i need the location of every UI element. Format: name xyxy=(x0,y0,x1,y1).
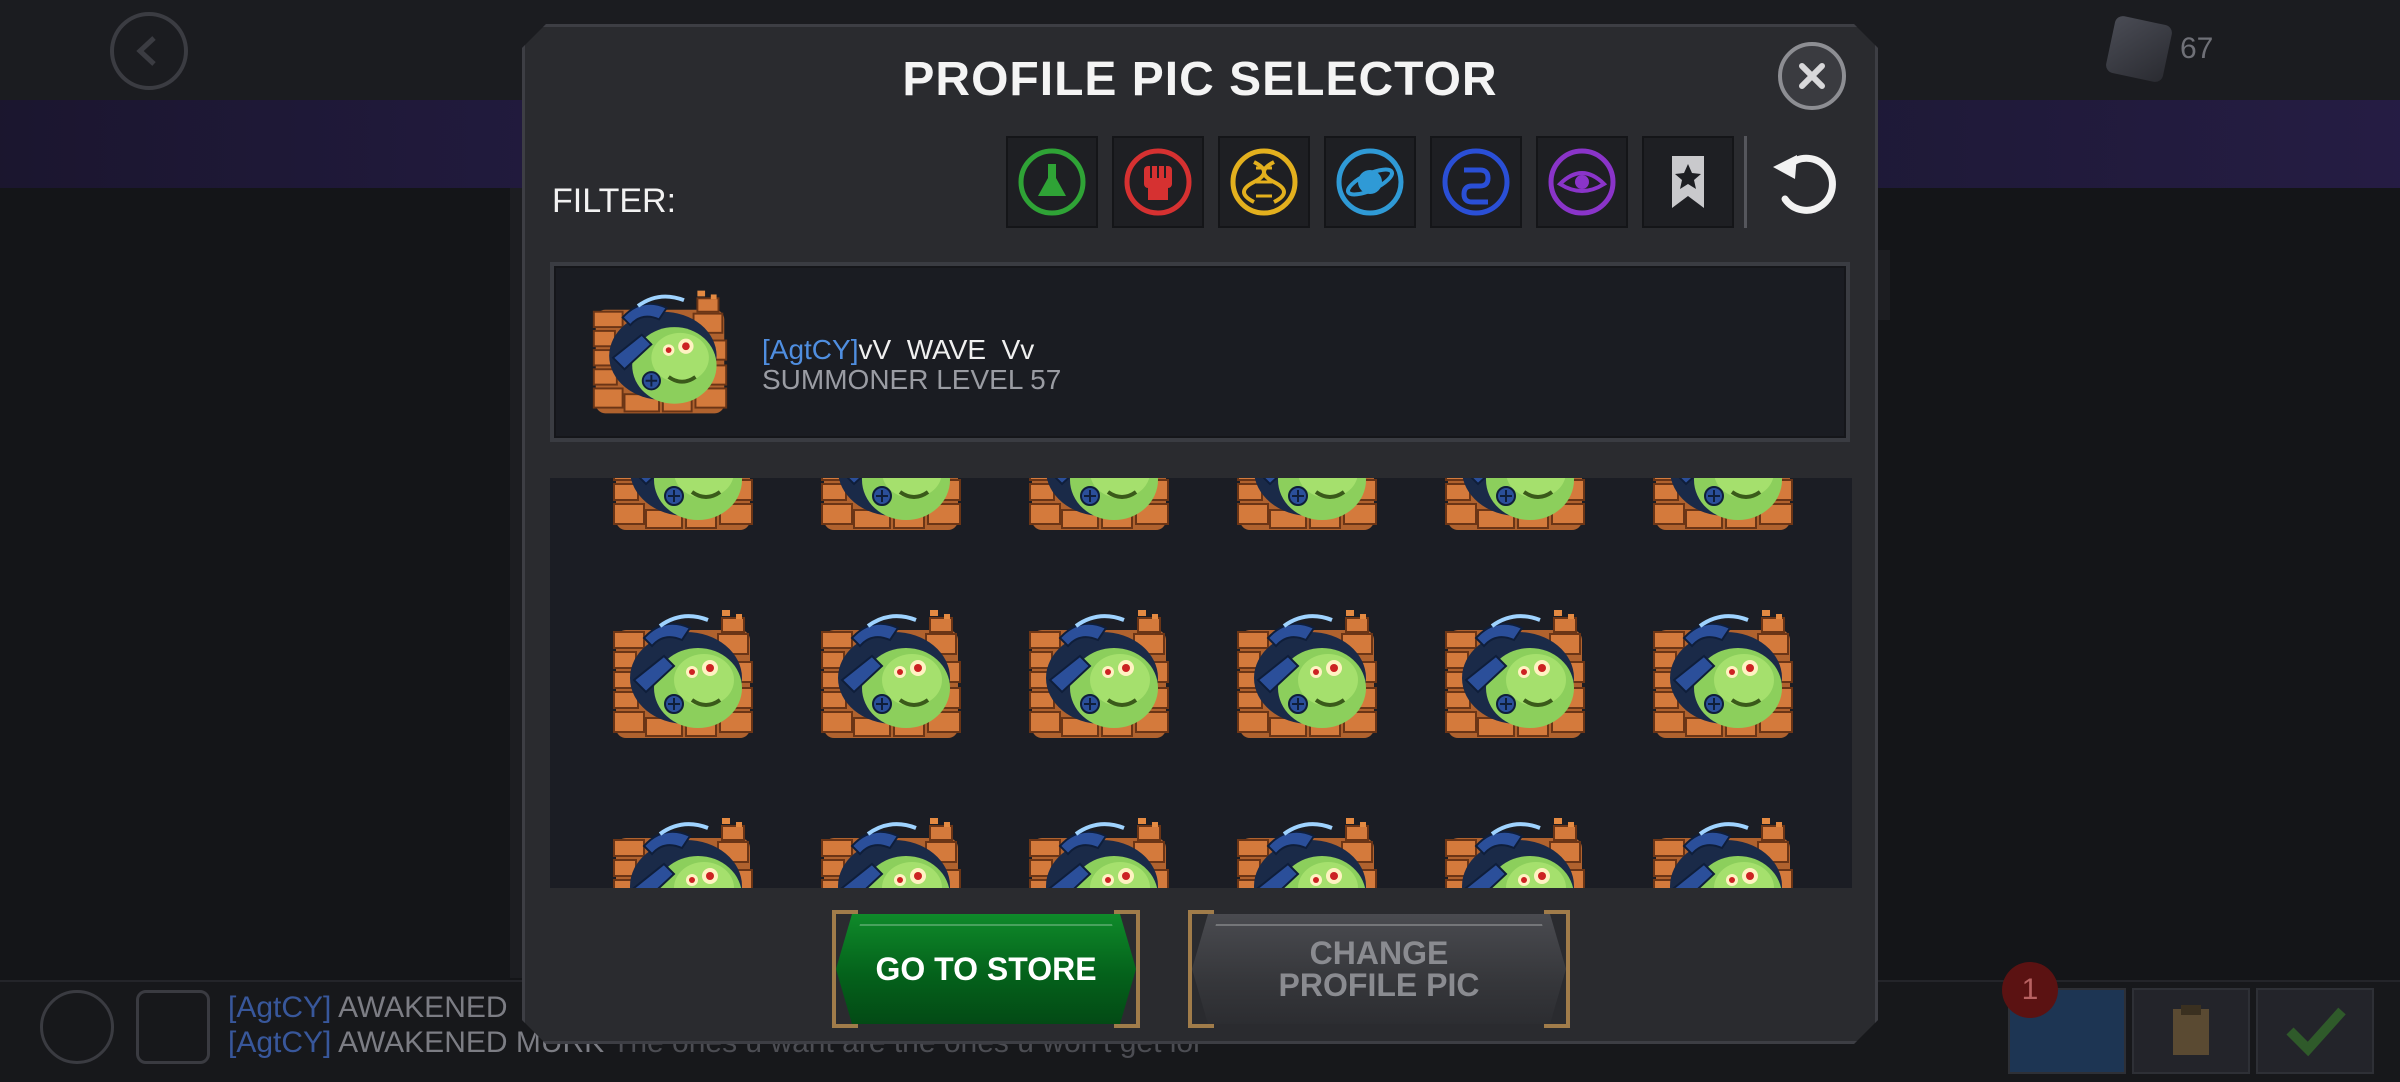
profile-pic-option[interactable] xyxy=(1026,478,1172,532)
filter-mutant-button[interactable] xyxy=(1218,136,1310,228)
filter-label: FILTER: xyxy=(552,182,677,220)
profile-pic-option[interactable] xyxy=(610,608,756,740)
profile-pic-option[interactable] xyxy=(610,478,756,532)
profile-pic-option[interactable] xyxy=(1650,608,1796,740)
profile-pic-option[interactable] xyxy=(1650,478,1796,532)
alliance-shield-icon[interactable] xyxy=(136,990,210,1064)
back-button[interactable] xyxy=(110,12,188,90)
clipboard-button[interactable] xyxy=(2132,988,2250,1074)
go-to-store-button[interactable]: GO TO STORE xyxy=(836,914,1136,1024)
mystic-eye-icon xyxy=(1546,146,1618,218)
profile-pic-option[interactable] xyxy=(1442,816,1588,888)
cosmic-planet-icon xyxy=(1334,146,1406,218)
profile-pic-option[interactable] xyxy=(818,478,964,532)
profile-pic-option[interactable] xyxy=(1026,816,1172,888)
filter-cosmic-button[interactable] xyxy=(1324,136,1416,228)
notification-badge: 1 xyxy=(2002,962,2058,1018)
mutant-dna-icon xyxy=(1228,146,1300,218)
skill-fist-icon xyxy=(1122,146,1194,218)
tech-circuit-icon xyxy=(1440,146,1512,218)
change-profile-pic-button[interactable]: CHANGE PROFILE PIC xyxy=(1192,914,1566,1024)
filter-row xyxy=(1006,136,1734,228)
go-to-store-label: GO TO STORE xyxy=(875,951,1097,987)
close-icon xyxy=(1797,61,1827,91)
profile-name: [AgtCY]vV WAVE Vv xyxy=(762,334,1035,365)
profile-pic-grid[interactable] xyxy=(550,478,1852,888)
change-profile-pic-label: CHANGE PROFILE PIC xyxy=(1278,935,1480,1003)
filter-tech-button[interactable] xyxy=(1430,136,1522,228)
profile-pic-option[interactable] xyxy=(1026,608,1172,740)
checkmark-icon xyxy=(2286,1007,2346,1057)
currency-icon xyxy=(2104,14,2174,84)
summoner-level: SUMMONER LEVEL 57 xyxy=(762,364,1062,395)
filter-divider xyxy=(1744,136,1747,228)
profile-pic-option[interactable] xyxy=(1442,608,1588,740)
checkmark-button[interactable] xyxy=(2256,988,2374,1074)
science-flask-icon xyxy=(1016,146,1088,218)
profile-pic-option[interactable] xyxy=(818,608,964,740)
bookmark-star-icon xyxy=(1664,152,1712,212)
currency-value: 67 xyxy=(2180,32,2214,65)
profile-pic-option[interactable] xyxy=(1234,816,1380,888)
chevron-left-icon xyxy=(136,36,156,66)
profile-pic-option[interactable] xyxy=(1234,608,1380,740)
profile-pic-option[interactable] xyxy=(610,816,756,888)
filter-science-button[interactable] xyxy=(1006,136,1098,228)
filter-skill-button[interactable] xyxy=(1112,136,1204,228)
modal-title: PROFILE PIC SELECTOR xyxy=(902,53,1498,106)
profile-avatar xyxy=(590,286,730,418)
profile-pic-option[interactable] xyxy=(1442,478,1588,532)
filter-mystic-button[interactable] xyxy=(1536,136,1628,228)
alliance-members-icon[interactable] xyxy=(40,990,114,1064)
clipboard-icon xyxy=(2173,1005,2209,1055)
profile-pic-selector-modal: PROFILE PIC SELECTOR FILTER: [AgtCY]vV W… xyxy=(522,24,1878,1044)
profile-pic-option[interactable] xyxy=(1650,816,1796,888)
undo-arrow-icon xyxy=(1767,145,1841,219)
current-profile-card: [AgtCY]vV WAVE Vv SUMMONER LEVEL 57 xyxy=(550,262,1850,442)
currency-display: 67 xyxy=(2104,14,2214,84)
close-button[interactable] xyxy=(1778,42,1846,110)
profile-pic-option[interactable] xyxy=(818,816,964,888)
filter-favorites-button[interactable] xyxy=(1642,136,1734,228)
reset-filter-button[interactable] xyxy=(1762,140,1846,224)
profile-pic-option[interactable] xyxy=(1234,478,1380,532)
